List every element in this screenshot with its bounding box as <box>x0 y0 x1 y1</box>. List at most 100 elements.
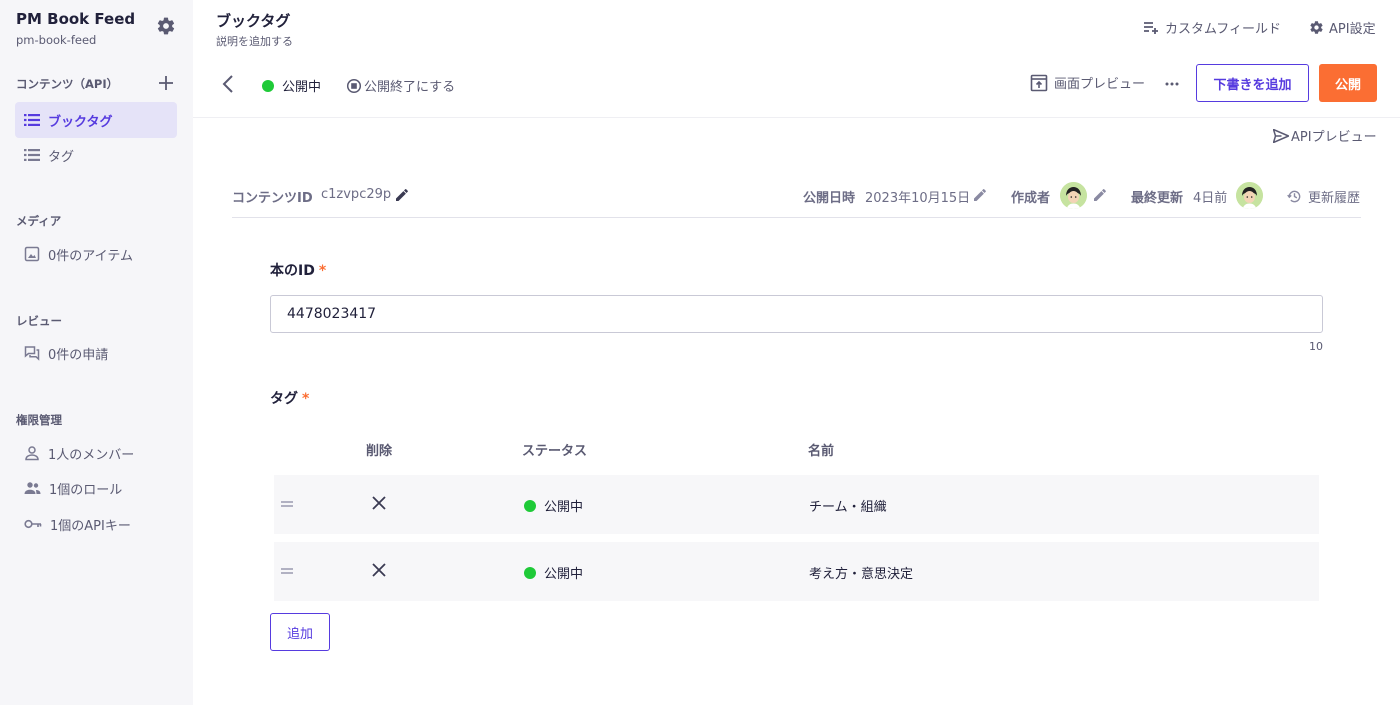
stop-circle-icon <box>346 78 362 93</box>
content-meta-row: コンテンツID c1zvpc29p 公開日時 2023年10月15日 作成者 最… <box>232 182 1361 218</box>
row-status: 公開中 <box>524 496 583 515</box>
sidebar-item-media[interactable]: 0件のアイテム <box>15 236 177 272</box>
group-icon <box>24 482 41 494</box>
gear-icon <box>157 17 175 35</box>
header-divider <box>193 117 1400 118</box>
tags-label: タグ * <box>270 388 309 408</box>
required-mark: * <box>318 263 327 279</box>
publish-status-label: 公開中 <box>282 80 322 95</box>
add-description-link[interactable]: 説明を追加する <box>216 33 293 49</box>
sidebar-item-roles[interactable]: 1個のロール <box>15 470 177 506</box>
pencil-icon[interactable] <box>394 187 410 203</box>
status-dot <box>524 499 536 512</box>
column-header-name: 名前 <box>808 444 835 459</box>
published-at-label: 公開日時 <box>803 191 856 206</box>
sidebar-item-label: ブックタグ <box>48 114 113 130</box>
content-id-value: c1zvpc29p <box>321 187 392 202</box>
custom-field-label: カスタムフィールド <box>1165 22 1281 37</box>
review-section-heading: レビュー <box>16 314 62 328</box>
screen-preview-label: 画面プレビュー <box>1054 77 1146 92</box>
author-label: 作成者 <box>1011 191 1051 206</box>
more-horizontal-icon <box>1165 82 1179 86</box>
sidebar-item-label: 1人のメンバー <box>48 447 135 463</box>
avatar-icon <box>1236 182 1263 209</box>
chat-icon <box>24 346 40 361</box>
row-status-label: 公開中 <box>544 567 584 582</box>
playlist-add-icon <box>1144 21 1158 34</box>
permission-section-heading: 権限管理 <box>16 413 62 427</box>
more-options-button[interactable] <box>1160 72 1184 96</box>
sidebar-item-members[interactable]: 1人のメンバー <box>15 435 177 471</box>
updater-avatar[interactable] <box>1236 182 1263 209</box>
service-name[interactable]: PM Book Feed <box>16 10 135 28</box>
updated-at-label: 最終更新 <box>1131 191 1184 206</box>
sidebar-item-label: 0件のアイテム <box>48 248 133 264</box>
sidebar-item-book-tag[interactable]: ブックタグ <box>15 102 177 138</box>
avatar-icon <box>1060 182 1087 209</box>
required-mark: * <box>302 391 310 407</box>
drag-handle-icon[interactable] <box>280 497 294 511</box>
sidebar: PM Book Feed pm-book-feed コンテンツ（API） ブック… <box>0 0 193 705</box>
drag-handle-icon[interactable] <box>280 564 294 578</box>
add-draft-button[interactable]: 下書きを追加 <box>1196 64 1309 102</box>
list-icon <box>24 149 40 161</box>
content-id-label: コンテンツID <box>232 191 313 206</box>
upload-box-icon <box>1030 74 1048 91</box>
gear-icon <box>1310 21 1323 34</box>
delete-row-button[interactable] <box>369 493 389 513</box>
unpublish-button[interactable]: 公開終了にする <box>346 76 455 95</box>
chevron-left-icon <box>222 75 233 93</box>
screen-preview-button[interactable]: 画面プレビュー <box>1030 73 1145 92</box>
add-tag-button[interactable]: 追加 <box>270 613 330 651</box>
status-dot <box>262 79 274 92</box>
plus-icon <box>159 76 173 90</box>
book-id-label-text: 本のID <box>270 263 315 279</box>
updated-at-value: 4日前 <box>1193 191 1228 206</box>
media-section-heading: メディア <box>16 214 62 228</box>
custom-field-link[interactable]: カスタムフィールド <box>1144 18 1281 37</box>
tags-label-text: タグ <box>270 391 298 407</box>
update-history-label: 更新履歴 <box>1308 191 1361 206</box>
publish-button[interactable]: 公開 <box>1319 64 1377 102</box>
add-api-button[interactable] <box>155 72 177 94</box>
api-settings-link[interactable]: API設定 <box>1309 18 1376 37</box>
api-settings-label: API設定 <box>1329 22 1376 37</box>
service-id: pm-book-feed <box>16 33 97 47</box>
sidebar-item-review[interactable]: 0件の申請 <box>15 335 177 371</box>
pencil-icon[interactable] <box>1092 187 1108 203</box>
update-history-link[interactable]: 更新履歴 <box>1287 187 1360 206</box>
close-icon <box>372 496 386 510</box>
send-icon <box>1273 128 1289 143</box>
page-title: ブックタグ <box>216 12 291 30</box>
person-icon <box>25 446 39 461</box>
sidebar-item-label: 0件の申請 <box>48 347 109 363</box>
api-preview-button[interactable]: APIプレビュー <box>1273 126 1377 145</box>
delete-row-button[interactable] <box>369 560 389 580</box>
column-header-status: ステータス <box>522 444 588 459</box>
row-status: 公開中 <box>524 563 583 582</box>
column-header-delete: 削除 <box>366 444 393 459</box>
pencil-icon[interactable] <box>972 187 988 203</box>
book-id-input[interactable] <box>270 295 1323 333</box>
sidebar-item-label: タグ <box>48 149 75 165</box>
sidebar-item-label: 1個のロール <box>49 482 123 498</box>
image-icon <box>24 246 40 262</box>
content-section-heading: コンテンツ（API） <box>16 77 119 91</box>
table-row: 公開中 考え方・意思決定 <box>274 542 1319 601</box>
row-name[interactable]: チーム・組織 <box>809 496 887 515</box>
book-id-char-count: 10 <box>1309 340 1323 353</box>
row-name[interactable]: 考え方・意思決定 <box>809 563 913 582</box>
api-preview-label: APIプレビュー <box>1291 130 1377 145</box>
table-row: 公開中 チーム・組織 <box>274 475 1319 534</box>
author-avatar[interactable] <box>1060 182 1087 209</box>
list-icon <box>24 114 40 126</box>
row-status-label: 公開中 <box>544 500 584 515</box>
sidebar-item-tag[interactable]: タグ <box>15 137 177 173</box>
unpublish-label: 公開終了にする <box>364 80 456 95</box>
back-button[interactable] <box>216 72 240 96</box>
sidebar-item-label: 1個のAPIキー <box>50 518 131 534</box>
sidebar-item-api-keys[interactable]: 1個のAPIキー <box>15 506 177 542</box>
history-icon <box>1287 190 1301 203</box>
publish-status: 公開中 <box>262 76 321 95</box>
service-settings-button[interactable] <box>154 14 178 38</box>
